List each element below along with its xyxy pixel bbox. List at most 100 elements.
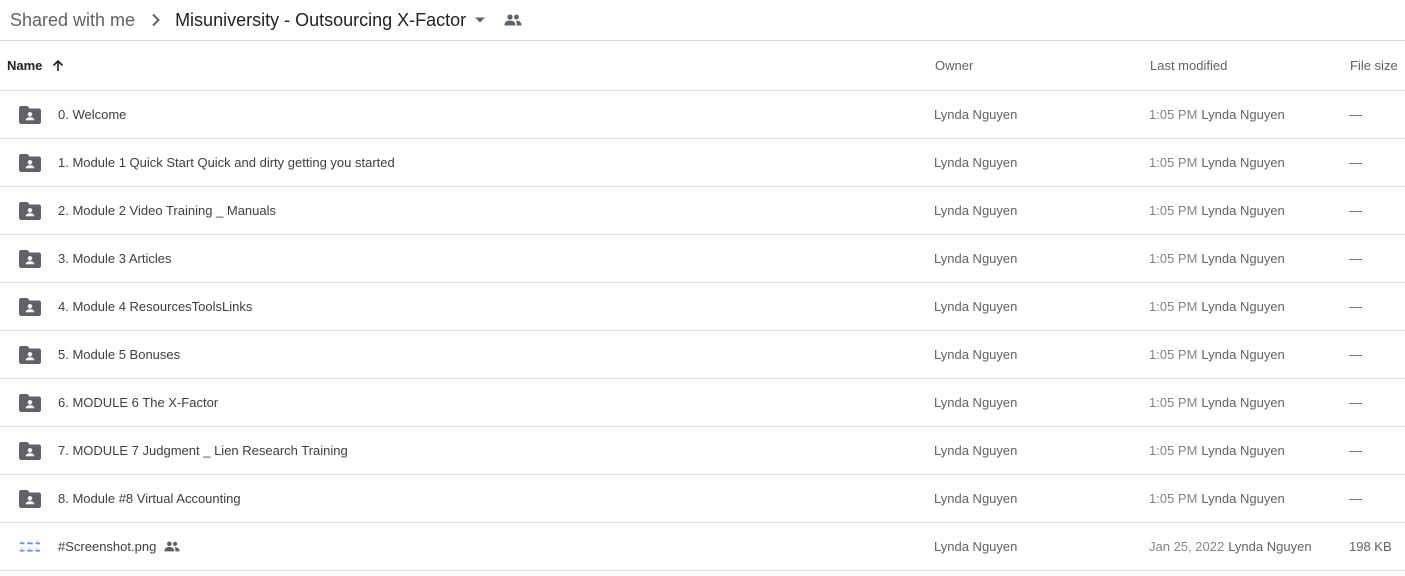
file-owner: Lynda Nguyen xyxy=(934,539,1018,554)
shared-folder-icon xyxy=(19,489,41,508)
modified-by: Lynda Nguyen xyxy=(1228,539,1312,554)
shared-folder-icon xyxy=(19,201,41,220)
shared-folder-icon xyxy=(19,441,41,460)
file-row[interactable]: 4. Module 4 ResourcesToolsLinks Lynda Ng… xyxy=(0,283,1405,331)
file-row[interactable]: 6. MODULE 6 The X-Factor Lynda Nguyen 1:… xyxy=(0,379,1405,427)
file-last-modified: Jan 25, 2022 Lynda Nguyen xyxy=(1149,539,1312,554)
shared-folder-icon xyxy=(19,345,41,364)
breadcrumb: Shared with me Misuniversity - Outsourci… xyxy=(0,0,1405,41)
file-owner: Lynda Nguyen xyxy=(934,251,1018,266)
file-row[interactable]: 3. Module 3 Articles Lynda Nguyen 1:05 P… xyxy=(0,235,1405,283)
shared-people-icon xyxy=(164,541,180,552)
file-row[interactable]: #Screenshot.png Lynda Nguyen Jan 25, 202… xyxy=(0,523,1405,571)
file-name-cell: 6. MODULE 6 The X-Factor xyxy=(58,395,218,410)
file-name: #Screenshot.png xyxy=(58,539,157,554)
modified-time: 1:05 PM xyxy=(1149,347,1198,362)
file-last-modified: 1:05 PM Lynda Nguyen xyxy=(1149,491,1285,506)
shared-folder-icon xyxy=(19,297,41,316)
file-size: — xyxy=(1349,299,1362,314)
column-header-owner[interactable]: Owner xyxy=(935,58,973,73)
file-size: — xyxy=(1349,155,1362,170)
modified-time: 1:05 PM xyxy=(1149,203,1198,218)
file-last-modified: 1:05 PM Lynda Nguyen xyxy=(1149,443,1285,458)
modified-time: 1:05 PM xyxy=(1149,299,1198,314)
file-row[interactable]: 2. Module 2 Video Training _ Manuals Lyn… xyxy=(0,187,1405,235)
file-name: 1. Module 1 Quick Start Quick and dirty … xyxy=(58,155,395,170)
file-name: 0. Welcome xyxy=(58,107,127,122)
shared-folder-icon xyxy=(19,105,41,124)
file-list-header: Name Owner Last modified File size xyxy=(0,41,1405,91)
shared-folder-icon xyxy=(19,249,41,268)
file-last-modified: 1:05 PM Lynda Nguyen xyxy=(1149,155,1285,170)
file-owner: Lynda Nguyen xyxy=(934,299,1018,314)
modified-by: Lynda Nguyen xyxy=(1201,299,1285,314)
modified-time: 1:05 PM xyxy=(1149,491,1198,506)
file-name-cell: 3. Module 3 Articles xyxy=(58,251,171,266)
shared-folder-icon xyxy=(19,153,41,172)
modified-by: Lynda Nguyen xyxy=(1201,443,1285,458)
file-owner: Lynda Nguyen xyxy=(934,347,1018,362)
file-size: — xyxy=(1349,347,1362,362)
file-name-cell: 0. Welcome xyxy=(58,107,126,122)
modified-by: Lynda Nguyen xyxy=(1201,395,1285,410)
file-last-modified: 1:05 PM Lynda Nguyen xyxy=(1149,347,1285,362)
file-name-cell: 1. Module 1 Quick Start Quick and dirty … xyxy=(58,155,395,170)
file-name-cell: 5. Module 5 Bonuses xyxy=(58,347,180,362)
column-header-file-size[interactable]: File size xyxy=(1350,58,1398,73)
file-size: — xyxy=(1349,203,1362,218)
sort-arrow-up-icon[interactable] xyxy=(52,59,64,72)
file-name-cell: #Screenshot.png xyxy=(58,539,180,554)
modified-by: Lynda Nguyen xyxy=(1201,347,1285,362)
file-row[interactable]: 5. Module 5 Bonuses Lynda Nguyen 1:05 PM… xyxy=(0,331,1405,379)
file-last-modified: 1:05 PM Lynda Nguyen xyxy=(1149,251,1285,266)
file-last-modified: 1:05 PM Lynda Nguyen xyxy=(1149,203,1285,218)
file-row[interactable]: 7. MODULE 7 Judgment _ Lien Research Tra… xyxy=(0,427,1405,475)
file-name-cell: 8. Module #8 Virtual Accounting xyxy=(58,491,241,506)
file-size: — xyxy=(1349,251,1362,266)
file-name-cell: 4. Module 4 ResourcesToolsLinks xyxy=(58,299,252,314)
file-name: 4. Module 4 ResourcesToolsLinks xyxy=(58,299,253,314)
file-last-modified: 1:05 PM Lynda Nguyen xyxy=(1149,107,1285,122)
people-icon xyxy=(504,14,522,26)
file-owner: Lynda Nguyen xyxy=(934,443,1018,458)
chevron-right-icon xyxy=(151,13,161,27)
modified-by: Lynda Nguyen xyxy=(1201,491,1285,506)
file-last-modified: 1:05 PM Lynda Nguyen xyxy=(1149,395,1285,410)
modified-by: Lynda Nguyen xyxy=(1201,155,1285,170)
column-header-name[interactable]: Name xyxy=(7,58,64,73)
file-owner: Lynda Nguyen xyxy=(934,107,1018,122)
file-owner: Lynda Nguyen xyxy=(934,203,1018,218)
file-name: 6. MODULE 6 The X-Factor xyxy=(58,395,219,410)
caret-down-icon[interactable] xyxy=(474,16,486,24)
file-size: — xyxy=(1349,491,1362,506)
file-name: 7. MODULE 7 Judgment _ Lien Research Tra… xyxy=(58,443,348,458)
modified-time: 1:05 PM xyxy=(1149,443,1198,458)
shared-folder-icon xyxy=(19,393,41,412)
modified-by: Lynda Nguyen xyxy=(1201,107,1285,122)
image-file-icon xyxy=(19,538,41,556)
modified-by: Lynda Nguyen xyxy=(1201,203,1285,218)
file-row[interactable]: 8. Module #8 Virtual Accounting Lynda Ng… xyxy=(0,475,1405,523)
file-size: 198 KB xyxy=(1349,539,1392,554)
file-size: — xyxy=(1349,443,1362,458)
breadcrumb-current-folder[interactable]: Misuniversity - Outsourcing X-Factor xyxy=(175,10,466,31)
modified-time: Jan 25, 2022 xyxy=(1149,539,1225,554)
file-last-modified: 1:05 PM Lynda Nguyen xyxy=(1149,299,1285,314)
file-name: 2. Module 2 Video Training _ Manuals xyxy=(58,203,277,218)
column-header-last-modified[interactable]: Last modified xyxy=(1150,58,1227,73)
file-row[interactable]: 1. Module 1 Quick Start Quick and dirty … xyxy=(0,139,1405,187)
file-name-cell: 2. Module 2 Video Training _ Manuals xyxy=(58,203,276,218)
modified-time: 1:05 PM xyxy=(1149,107,1198,122)
file-name: 5. Module 5 Bonuses xyxy=(58,347,181,362)
modified-time: 1:05 PM xyxy=(1149,395,1198,410)
file-owner: Lynda Nguyen xyxy=(934,155,1018,170)
breadcrumb-shared-with-me[interactable]: Shared with me xyxy=(10,10,135,31)
file-name: 8. Module #8 Virtual Accounting xyxy=(58,491,241,506)
file-owner: Lynda Nguyen xyxy=(934,395,1018,410)
file-name: 3. Module 3 Articles xyxy=(58,251,172,266)
file-owner: Lynda Nguyen xyxy=(934,491,1018,506)
file-row[interactable]: 0. Welcome Lynda Nguyen 1:05 PM Lynda Ngu… xyxy=(0,91,1405,139)
modified-time: 1:05 PM xyxy=(1149,155,1198,170)
file-list: 0. Welcome Lynda Nguyen 1:05 PM Lynda Ngu… xyxy=(0,91,1405,571)
file-size: — xyxy=(1349,107,1362,122)
